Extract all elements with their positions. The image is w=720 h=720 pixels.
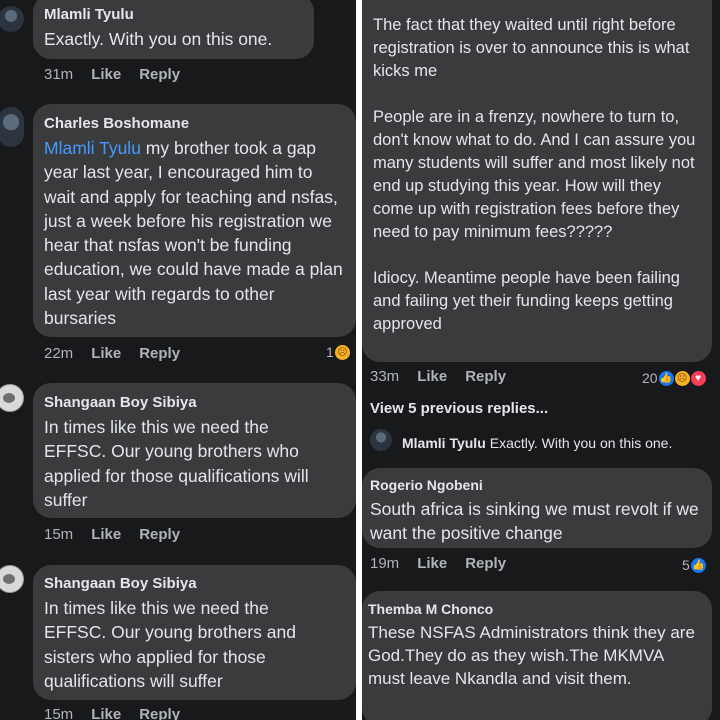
avatar[interactable] (0, 107, 24, 147)
reply-button[interactable]: Reply (465, 555, 506, 572)
comment-time: 19m (370, 555, 400, 572)
reply-author[interactable]: Mlamli Tyulu (402, 435, 486, 451)
reaction-summary[interactable]: 1 ☹ (326, 344, 350, 360)
avatar[interactable] (0, 565, 24, 593)
comment-time: 22m (44, 345, 74, 362)
reaction-summary[interactable]: 20 👍 ☹ ♥ (642, 370, 706, 386)
like-button[interactable]: Like (91, 526, 121, 543)
reply-button[interactable]: Reply (139, 66, 180, 83)
comment-author[interactable]: Rogerio Ngobeni (370, 477, 483, 493)
reaction-summary[interactable]: 5 👍 (682, 557, 706, 573)
comment-text: These NSFAS Administrators think they ar… (368, 623, 695, 688)
sad-reaction-icon: ☹ (334, 344, 350, 360)
comment-actions: 15m Like Reply (44, 706, 198, 720)
comment-author[interactable]: Themba M Chonco (368, 601, 493, 617)
comment-time: 15m (44, 706, 74, 720)
comment-bubble: Shangaan Boy Sibiya In times like this w… (33, 383, 356, 518)
reply-button[interactable]: Reply (139, 526, 180, 543)
comment-text: South africa is sinking we must revolt i… (370, 499, 699, 544)
sad-reaction-icon: ☹ (674, 370, 690, 386)
comment-actions: 22m Like Reply (44, 345, 198, 362)
reply-text: Exactly. With you on this one. (489, 435, 673, 451)
like-button[interactable]: Like (91, 345, 121, 362)
like-reaction-icon: 👍 (690, 557, 706, 573)
mention-link[interactable]: Mlamli Tyulu (44, 138, 141, 158)
comment-bubble: Shangaan Boy Sibiya In times like this w… (33, 565, 356, 700)
avatar[interactable] (370, 429, 392, 451)
reply-preview[interactable]: Mlamli Tyulu Exactly. With you on this on… (402, 435, 672, 451)
comment-author[interactable]: Shangaan Boy Sibiya (44, 575, 197, 592)
left-comments-panel: Mlamli Tyulu Exactly. With you on this o… (0, 0, 356, 720)
comment-time: 15m (44, 526, 74, 543)
comment-bubble: Charles Boshomane Mlamli Tyulu my brothe… (33, 104, 356, 337)
avatar[interactable] (0, 6, 24, 32)
comment-actions: 15m Like Reply (44, 526, 198, 543)
comment-author[interactable]: Charles Boshomane (44, 115, 189, 132)
reaction-count: 20 (642, 370, 658, 386)
reply-button[interactable]: Reply (139, 345, 180, 362)
comment-time: 33m (370, 368, 400, 385)
comment-bubble: Themba M Chonco These NSFAS Administrato… (362, 591, 712, 720)
like-button[interactable]: Like (417, 555, 447, 572)
reply-button[interactable]: Reply (465, 368, 506, 385)
reaction-count: 5 (682, 557, 690, 573)
comment-text: Exactly. With you on this one. (44, 29, 273, 49)
comment-text: The fact that they waited until right be… (373, 16, 696, 333)
right-comments-panel: The fact that they waited until right be… (362, 0, 720, 720)
comment-time: 31m (44, 66, 74, 83)
like-reaction-icon: 👍 (658, 370, 674, 386)
comment-bubble: The fact that they waited until right be… (362, 0, 712, 362)
comment-bubble: Rogerio Ngobeni South africa is sinking … (362, 468, 712, 548)
like-button[interactable]: Like (417, 368, 447, 385)
reaction-count: 1 (326, 344, 334, 360)
comment-author[interactable]: Mlamli Tyulu (44, 6, 134, 23)
comment-bubble: Mlamli Tyulu Exactly. With you on this o… (33, 0, 314, 59)
comment-actions: 33m Like Reply (370, 368, 524, 385)
view-previous-replies-link[interactable]: View 5 previous replies... (370, 400, 548, 417)
reply-button[interactable]: Reply (139, 706, 180, 720)
avatar[interactable] (0, 384, 24, 412)
love-reaction-icon: ♥ (690, 370, 706, 386)
like-button[interactable]: Like (91, 706, 121, 720)
like-button[interactable]: Like (91, 66, 121, 83)
comment-text: In times like this we need the EFFSC. Ou… (44, 598, 296, 691)
comment-text: In times like this we need the EFFSC. Ou… (44, 417, 309, 510)
comment-text: Mlamli Tyulu my brother took a gap year … (44, 138, 343, 329)
comment-actions: 19m Like Reply (370, 555, 524, 572)
comment-author[interactable]: Shangaan Boy Sibiya (44, 394, 197, 411)
comment-actions: 31m Like Reply (44, 66, 198, 83)
